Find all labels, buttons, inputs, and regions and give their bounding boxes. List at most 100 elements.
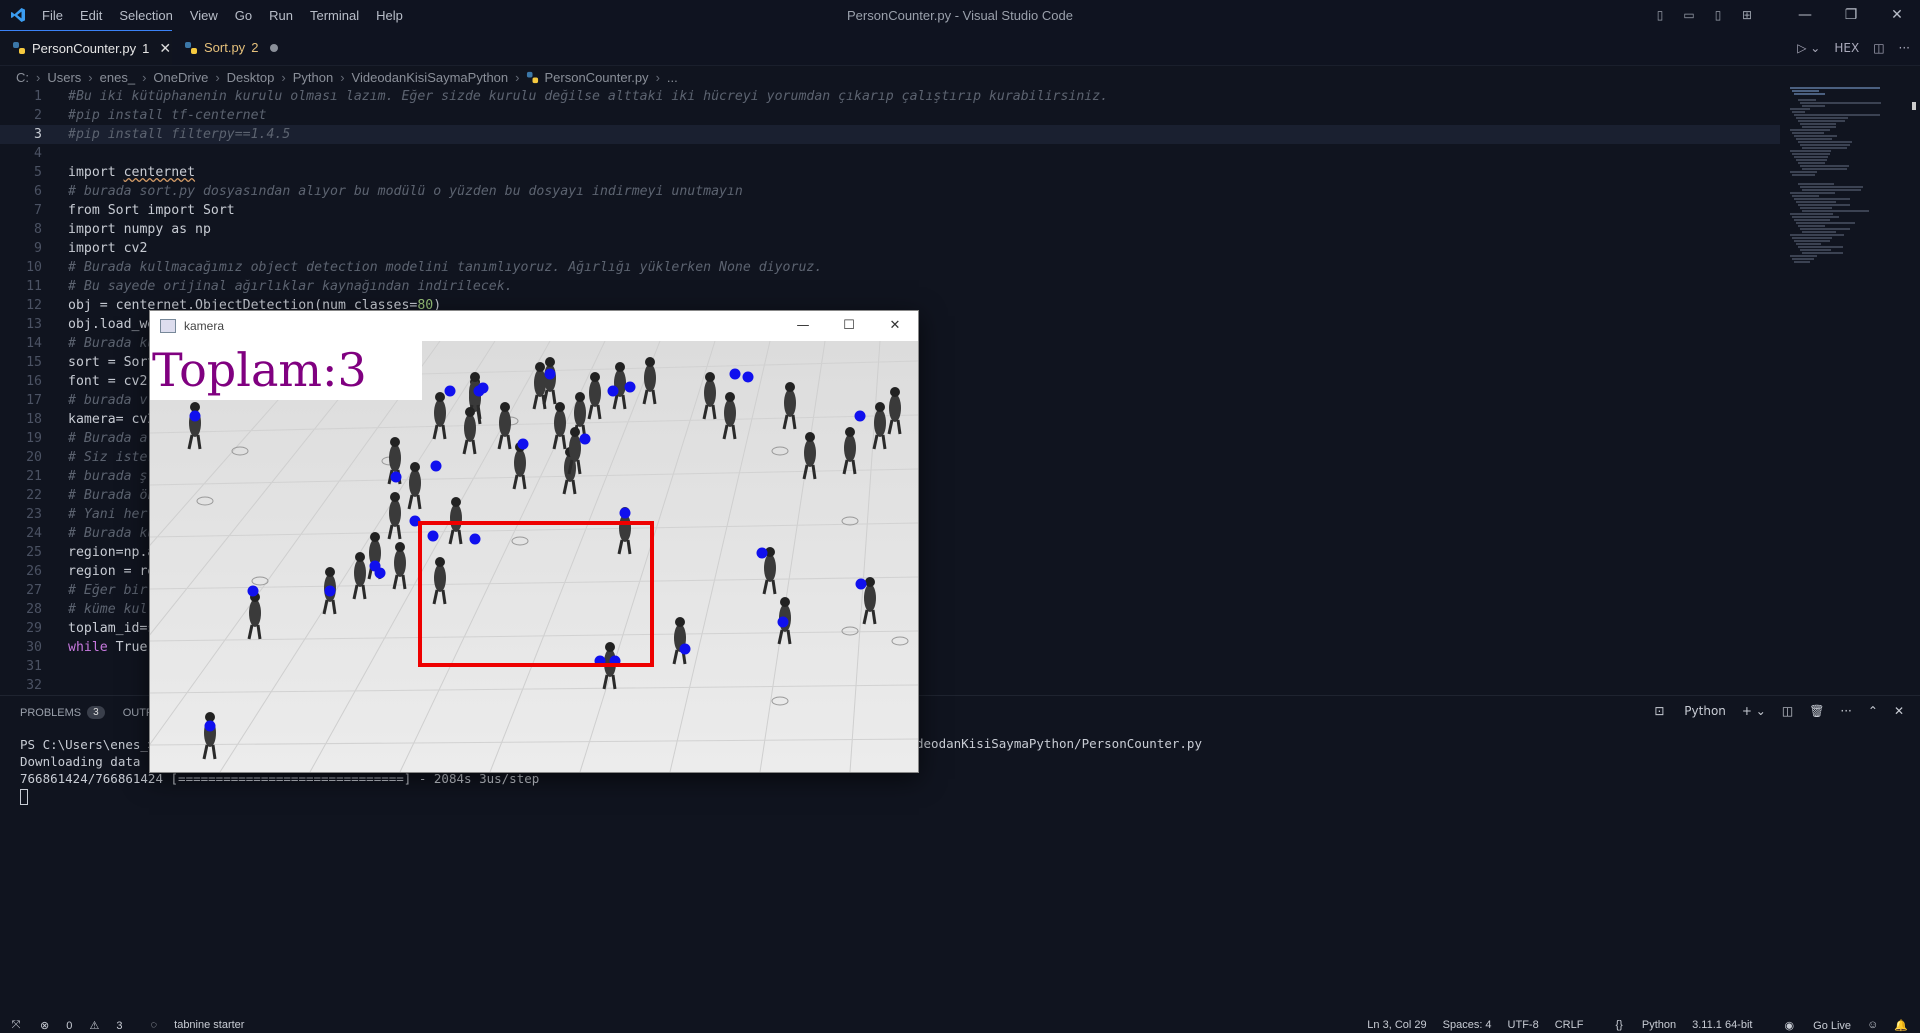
line-number: 21 bbox=[26, 469, 42, 484]
language-mode[interactable]: {} Python bbox=[1599, 1019, 1676, 1031]
code-text: # Yani her bbox=[68, 507, 148, 522]
restore-icon[interactable]: ❐ bbox=[1828, 7, 1874, 23]
menu-run[interactable]: Run bbox=[269, 8, 293, 23]
go-live-button[interactable]: ◉ Go Live bbox=[1768, 1019, 1851, 1032]
new-terminal-icon[interactable]: + ⌄ bbox=[1742, 704, 1766, 718]
python-interpreter[interactable]: 3.11.1 64-bit bbox=[1692, 1019, 1752, 1031]
language-label: Python bbox=[1641, 1019, 1677, 1031]
menu-go[interactable]: Go bbox=[235, 8, 252, 23]
split-editor-icon[interactable]: ◫ bbox=[1873, 41, 1884, 55]
camera-window[interactable]: kamera — ☐ ✕ Toplam:3 bbox=[149, 310, 919, 773]
tab-problems[interactable]: PROBLEMS 3 bbox=[20, 706, 105, 719]
close-icon[interactable]: ✕ bbox=[872, 311, 918, 341]
split-terminal-icon[interactable]: ◫ bbox=[1782, 704, 1793, 718]
problems-status[interactable]: ⊗ 0 ⚠ 3 bbox=[40, 1019, 137, 1032]
hex-editor-button[interactable]: HEX bbox=[1834, 41, 1859, 55]
tab-problem-badge: 1 bbox=[142, 40, 150, 56]
scrollbar-thumb[interactable] bbox=[1912, 102, 1916, 110]
toggle-panel-icon[interactable]: ▭ bbox=[1681, 8, 1697, 22]
tab-sort[interactable]: Sort.py 2 bbox=[172, 30, 296, 65]
person-head bbox=[875, 402, 885, 412]
minimize-icon[interactable]: — bbox=[780, 311, 826, 341]
chevron-right-icon: › bbox=[215, 69, 220, 85]
toggle-secondary-sidebar-icon[interactable]: ▯ bbox=[1710, 8, 1726, 22]
breadcrumb-item[interactable]: Desktop bbox=[227, 70, 275, 85]
code-text: import cv2 bbox=[68, 241, 148, 256]
braces-icon: {} bbox=[1615, 1019, 1623, 1031]
minimap-line bbox=[1790, 150, 1832, 152]
tracking-marker bbox=[477, 382, 489, 394]
tracking-marker bbox=[619, 507, 631, 519]
tabnine-status[interactable]: ◌ tabnine starter bbox=[151, 1019, 259, 1031]
end-of-line[interactable]: CRLF bbox=[1555, 1019, 1584, 1031]
minimap-line bbox=[1796, 117, 1849, 119]
code-line[interactable]: 6 # burada sort.py dosyasından alıyor bu … bbox=[0, 182, 1780, 201]
remote-icon[interactable]: ⤧ bbox=[0, 1017, 32, 1033]
customize-layout-icon[interactable]: ⊞ bbox=[1739, 8, 1755, 22]
code-line[interactable]: 7 from Sort import Sort bbox=[0, 201, 1780, 220]
line-number: 6 bbox=[34, 184, 42, 199]
breadcrumb-item[interactable]: enes_ bbox=[100, 70, 135, 85]
terminal-shell-selector[interactable]: ⊡ Python bbox=[1638, 704, 1726, 718]
breadcrumb-item[interactable]: ... bbox=[667, 70, 678, 85]
line-number: 20 bbox=[26, 450, 42, 465]
close-panel-icon[interactable]: ✕ bbox=[1894, 704, 1904, 718]
code-line[interactable]: 5 import centernet bbox=[0, 163, 1780, 182]
person-head bbox=[435, 557, 445, 567]
menu-help[interactable]: Help bbox=[376, 8, 403, 23]
notifications-icon[interactable]: 🔔 bbox=[1894, 1019, 1908, 1032]
minimap-line bbox=[1790, 192, 1835, 194]
person-head bbox=[780, 597, 790, 607]
maximize-icon[interactable]: ☐ bbox=[826, 311, 872, 341]
close-icon[interactable]: ✕ bbox=[1874, 7, 1920, 23]
person-leg bbox=[196, 434, 202, 450]
error-icon: ⊗ bbox=[40, 1019, 50, 1032]
menu-edit[interactable]: Edit bbox=[80, 8, 102, 23]
title-bar-actions: ▯ ▭ ▯ ⊞ — ❐ ✕ bbox=[1652, 0, 1920, 30]
maximize-panel-icon[interactable]: ⌃ bbox=[1868, 704, 1878, 718]
breadcrumb-item[interactable]: Users bbox=[47, 70, 81, 85]
breadcrumb-item[interactable]: PersonCounter.py bbox=[544, 70, 648, 85]
menu-view[interactable]: View bbox=[190, 8, 218, 23]
cursor-position[interactable]: Ln 3, Col 29 bbox=[1367, 1019, 1426, 1031]
person-leg bbox=[441, 589, 447, 605]
breadcrumb-item[interactable]: C: bbox=[16, 70, 29, 85]
code-line[interactable]: 2 #pip install tf-centernet bbox=[0, 106, 1780, 125]
toggle-primary-sidebar-icon[interactable]: ▯ bbox=[1652, 8, 1668, 22]
tab-close-icon[interactable]: ✕ bbox=[159, 40, 171, 57]
tabnine-icon: ◌ bbox=[150, 1019, 158, 1031]
minimize-icon[interactable]: — bbox=[1782, 7, 1828, 23]
errors-count: 0 bbox=[66, 1019, 73, 1032]
minimap[interactable] bbox=[1790, 87, 1900, 287]
tab-personcounter[interactable]: PersonCounter.py 1 ✕ bbox=[0, 30, 172, 65]
breadcrumb-item[interactable]: Python bbox=[293, 70, 333, 85]
line-number: 7 bbox=[34, 203, 42, 218]
more-actions-icon[interactable]: ··· bbox=[1840, 704, 1851, 718]
breadcrumb-item[interactable]: VideodanKisiSaymaPython bbox=[352, 70, 509, 85]
code-line[interactable]: 9 import cv2 bbox=[0, 239, 1780, 258]
person-head bbox=[435, 392, 445, 402]
more-actions-icon[interactable]: ··· bbox=[1899, 41, 1910, 55]
person-head bbox=[590, 372, 600, 382]
code-line[interactable]: 4 bbox=[0, 144, 1780, 163]
menu-bar: File Edit Selection View Go Run Terminal… bbox=[42, 0, 420, 30]
run-python-icon[interactable]: ▷ ⌄ bbox=[1797, 41, 1820, 55]
code-line[interactable]: 8 import numpy as np bbox=[0, 220, 1780, 239]
menu-selection[interactable]: Selection bbox=[119, 8, 172, 23]
menu-terminal[interactable]: Terminal bbox=[310, 8, 359, 23]
breadcrumb-item[interactable]: OneDrive bbox=[153, 70, 208, 85]
code-line[interactable]: 1 #Bu iki kütüphanenin kurulu olması lazı… bbox=[0, 87, 1780, 106]
indentation[interactable]: Spaces: 4 bbox=[1443, 1019, 1492, 1031]
camera-window-titlebar[interactable]: kamera — ☐ ✕ bbox=[150, 311, 918, 341]
code-line[interactable]: 3 #pip install filterpy==1.4.5 bbox=[0, 125, 1780, 144]
code-line[interactable]: 10 # Burada kullmacağımız object detectio… bbox=[0, 258, 1780, 277]
code-line[interactable]: 11 # Bu sayede orijinal ağırlıklar kaynağ… bbox=[0, 277, 1780, 296]
kill-terminal-icon[interactable]: 🗑 bbox=[1809, 704, 1824, 718]
menu-file[interactable]: File bbox=[42, 8, 63, 23]
camera-window-title: kamera bbox=[184, 319, 225, 333]
feedback-icon[interactable]: ☺ bbox=[1867, 1019, 1878, 1031]
unsaved-dot-icon[interactable] bbox=[270, 43, 279, 52]
encoding[interactable]: UTF-8 bbox=[1508, 1019, 1539, 1031]
person-body bbox=[464, 414, 476, 442]
python-file-icon bbox=[527, 71, 539, 83]
